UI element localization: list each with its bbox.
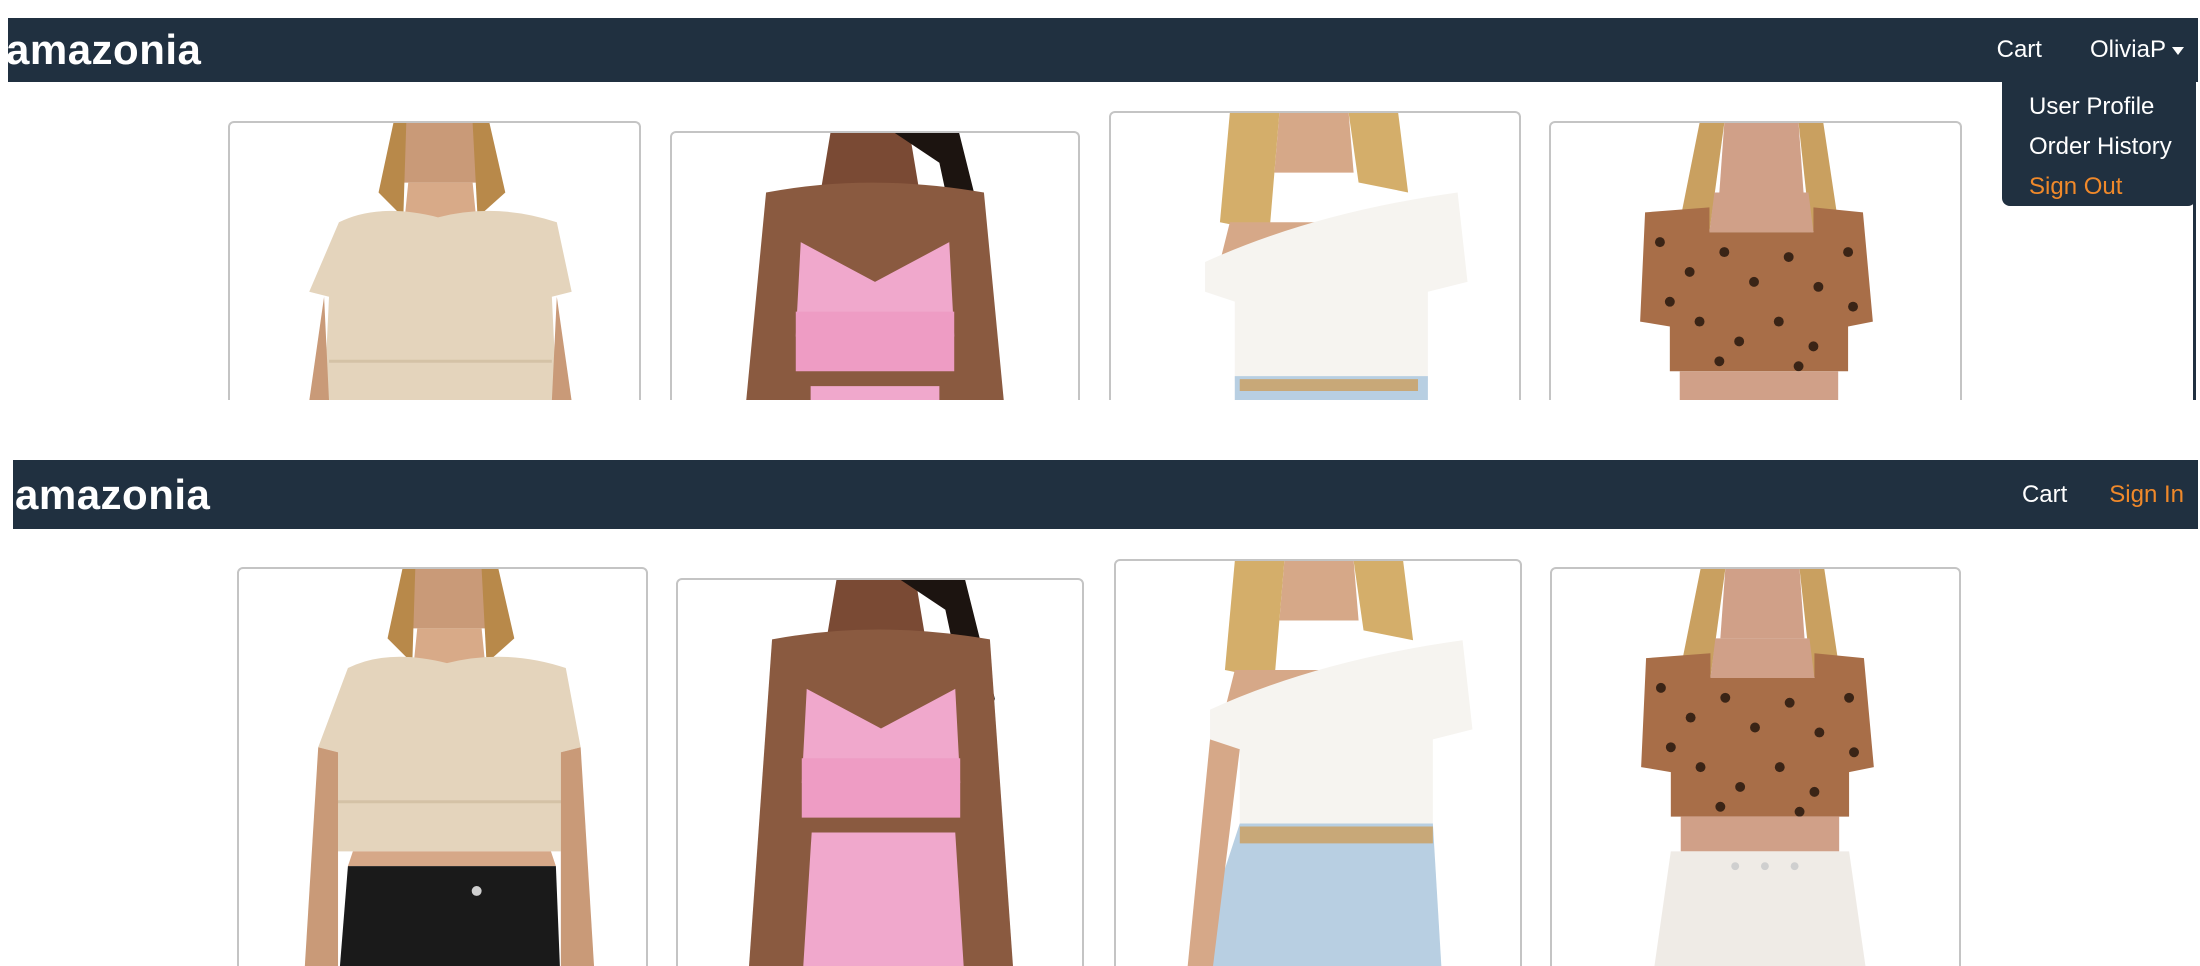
product-card[interactable] <box>237 567 648 966</box>
product-image-leopard-crop-top <box>1640 123 1873 400</box>
product-card[interactable] <box>670 131 1080 400</box>
product-image-beige-knit-top <box>309 123 572 400</box>
user-menu-toggle[interactable]: OliviaP <box>2090 36 2184 64</box>
product-image-beige-knit-top <box>304 569 595 966</box>
nav-links: Cart OliviaP <box>1997 36 2184 64</box>
cart-link[interactable]: Cart <box>2022 481 2067 509</box>
brand-logo-link[interactable]: amazonia <box>6 26 201 74</box>
user-name-label: OliviaP <box>2089 36 2166 63</box>
menu-item-user-profile[interactable]: User Profile <box>2029 87 2196 127</box>
caret-down-icon <box>2172 46 2184 55</box>
brand-logo-link[interactable]: amazonia <box>15 471 210 519</box>
product-card[interactable] <box>1549 121 1962 400</box>
menu-item-sign-out[interactable]: Sign Out <box>2029 167 2196 207</box>
product-image-leopard-crop-top <box>1641 569 1874 966</box>
product-card[interactable] <box>1109 111 1521 400</box>
product-image-white-off-shoulder-top <box>1205 113 1468 400</box>
window-edge-divider <box>2193 84 2196 400</box>
menu-item-order-history[interactable]: Order History <box>2029 127 2196 167</box>
navbar-signed-out: amazonia Cart Sign In <box>13 460 2198 529</box>
product-image-white-off-shoulder-top <box>1187 561 1473 966</box>
product-card[interactable] <box>676 578 1084 966</box>
navbar-signed-in: amazonia Cart OliviaP <box>6 18 2198 82</box>
cart-link[interactable]: Cart <box>1997 36 2042 64</box>
product-card[interactable] <box>1550 567 1961 966</box>
product-image-pink-bralette <box>749 580 1013 966</box>
sign-in-link[interactable]: Sign In <box>2109 481 2184 509</box>
product-card[interactable] <box>1114 559 1522 966</box>
product-image-pink-bralette <box>746 133 1004 400</box>
user-dropdown-menu: User Profile Order History Sign Out <box>2002 82 2196 206</box>
nav-links: Cart Sign In <box>2022 481 2184 509</box>
product-card[interactable] <box>228 121 641 400</box>
